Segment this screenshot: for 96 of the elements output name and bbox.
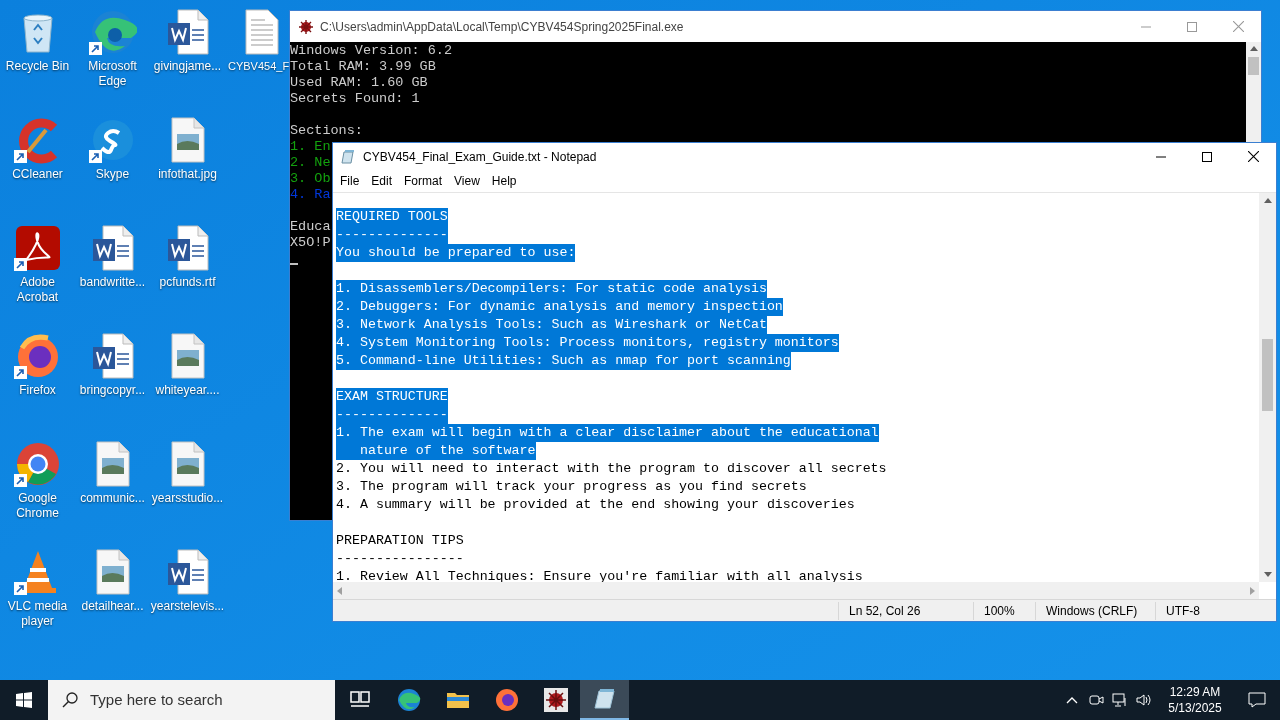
desktop-icon[interactable]: infothat.jpg [150,108,225,216]
desktop-icon[interactable]: VLC media player [0,540,75,648]
desktop-icon[interactable]: yearsstudio... [150,432,225,540]
status-text: 100% [973,601,1035,620]
console-line: Secrets Found: 1 [290,91,420,107]
menu-item[interactable]: File [334,172,366,190]
scrollbar-thumb[interactable] [1262,339,1273,411]
notepad-icon [592,687,617,711]
console-line: 3. Ob [290,171,331,187]
down-arrow-icon [1263,572,1272,577]
text-line: 4. A summary will be provided at the end showing your discoveries [336,496,855,514]
bug-icon [298,18,314,35]
taskbar-button[interactable] [580,680,629,720]
icon-label: Microsoft Edge [87,59,138,89]
desktop-icon[interactable]: detailhear... [75,540,150,648]
console-line: Sections: [290,123,363,139]
maximize-icon [1187,21,1197,32]
bug-icon [543,688,568,712]
search-icon [62,692,78,708]
console-line: X5O!P [290,235,331,251]
menu-item[interactable]: Help [485,172,523,190]
icon-label: Google Chrome [15,491,60,521]
icon-label: Recycle Bin [4,59,71,74]
menu-item[interactable]: Format [398,172,449,190]
status-text: Ln 52, Col 26 [838,601,973,620]
status-text: Windows (CRLF) [1035,601,1155,620]
console-line: Used RAM: 1.60 GB [290,75,428,91]
left-arrow-icon [337,586,342,595]
icon-label: Firefox [18,383,57,398]
text-cursor [290,263,298,265]
notification-icon[interactable] [1248,691,1266,709]
close-icon [1247,151,1259,162]
menu-item[interactable]: View [448,172,486,190]
scrollbar[interactable] [1259,193,1276,582]
window-title: C:\Users\admin\AppData\Local\Temp\CYBV454Spring2025Final.exe [320,18,684,36]
icon-label: CYBV454_F [227,59,290,74]
icon-label: detailhear... [80,599,145,614]
desktop-icon[interactable]: CCleaner [0,108,75,216]
icon-label: Adobe Acrobat [15,275,60,305]
icon-label: VLC media player [6,599,69,629]
desktop-icon[interactable]: pcfunds.rtf [150,216,225,324]
console-line: 4. Ra [290,187,331,203]
browser-wave-icon [396,688,421,712]
status-text: UTF-8 [1155,601,1255,620]
text-line: ---------------- [336,550,464,568]
fox-globe-icon [494,688,519,712]
icon-label: infothat.jpg [157,167,218,182]
console-line: 1. En [290,139,331,155]
windows-icon [16,692,32,708]
scrollbar-thumb[interactable] [1248,57,1259,75]
desktop-icon[interactable]: communic... [75,432,150,540]
text-line: 2. You will need to interact with the program to discover all secrets [336,460,887,478]
desktop-icon[interactable]: bandwritte... [75,216,150,324]
desktop-icon[interactable]: yearstelevis... [150,540,225,648]
text-line: 1. Review All Techniques: Ensure you're familiar with all analysis [336,568,863,582]
search-field[interactable]: Type here to search [48,680,335,720]
icon-label: CCleaner [11,167,64,182]
right-arrow-icon [1250,586,1255,595]
icon-label: yearsstudio... [150,491,225,506]
desktop-icon[interactable]: Skype [75,108,150,216]
speaker-icon[interactable] [1136,692,1152,708]
window-title: CYBV454_Final_Exam_Guide.txt - Notepad [363,148,597,166]
desktop-icon[interactable]: Google Chrome [0,432,75,540]
icon-label: bringcopyr... [78,383,147,398]
notepad-icon [341,148,357,165]
text-line: PREPARATION TIPS [336,532,464,550]
icon-label: yearstelevis... [150,599,225,614]
desktop-icon[interactable]: bringcopyr... [75,324,150,432]
icon-label: givingjame... [152,59,223,74]
clock[interactable]: 12:29 AM 5/13/2025 [1162,684,1228,716]
desktop-icon[interactable]: Adobe Acrobat [0,216,75,324]
text-line: 3. The program will track your progress as you find secrets [336,478,807,496]
icon-label: pcfunds.rtf [158,275,217,290]
desktop-icon[interactable]: Firefox [0,324,75,432]
network-icon[interactable] [1112,692,1128,708]
desktop-icon[interactable]: CYBV454_F [225,0,289,108]
console-line: 2. Ne [290,155,331,171]
icon-label: whiteyear.... [154,383,221,398]
up-arrow-icon [1263,198,1272,203]
desktop-icon[interactable]: Recycle Bin [0,0,75,108]
meet-icon[interactable] [1088,692,1104,708]
console-line: Educa [290,219,331,235]
desktop-icon[interactable]: givingjame... [150,0,225,108]
maximize-icon [1202,151,1212,162]
close-icon [1232,21,1244,32]
icon-label: Skype [94,167,131,182]
icon-label: bandwritte... [78,275,147,290]
scrollbar[interactable] [333,582,1259,599]
icon-label: communic... [79,491,146,506]
chevron-icon[interactable] [1066,696,1078,704]
console-line: Windows Version: 6.2 [290,43,453,59]
desktop-icon[interactable]: whiteyear.... [150,324,225,432]
desktop-icon[interactable]: Microsoft Edge [75,0,150,108]
up-arrow-icon [1249,46,1258,51]
menu-item[interactable]: Edit [365,172,399,190]
console-line: Total RAM: 3.99 GB [290,59,436,75]
